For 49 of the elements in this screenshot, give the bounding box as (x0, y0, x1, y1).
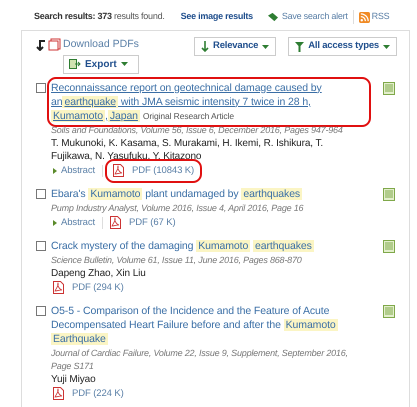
image-results-link[interactable]: See image results (180, 10, 253, 24)
export-button[interactable]: Export (63, 54, 139, 74)
document-icon[interactable] (383, 82, 395, 95)
rss-link[interactable]: RSS (372, 10, 390, 24)
access-filter-dropdown[interactable]: All access types (288, 37, 397, 56)
checkbox[interactable] (36, 306, 46, 316)
caret-icon (262, 44, 270, 48)
pdf-stack-icon (48, 38, 61, 52)
pdf-icon (110, 216, 122, 230)
abstract-link[interactable]: Abstract (53, 216, 96, 230)
document-icon[interactable] (383, 304, 395, 318)
arrow-icon (36, 38, 46, 51)
export-icon (69, 59, 81, 70)
source-citation: Journal of Cardiac Failure, Volume 22, Issue 9, Supplement, September 2016, Page S171 (51, 346, 349, 373)
authors: Dapeng Zhao, Xin Liu (51, 266, 147, 280)
sort-dropdown[interactable]: Relevance (194, 37, 276, 56)
source-citation: Science Bulletin, Volume 61, Issue 11, June 2016, Pages 868-870 (51, 254, 303, 267)
article-type: Original Research Article (142, 110, 234, 123)
download-pdfs-link[interactable]: Download PDFs (63, 37, 139, 53)
abstract-link[interactable]: Abstract (53, 164, 96, 178)
pdf-link[interactable]: PDF (10843 K) (110, 164, 198, 178)
document-icon[interactable] (383, 240, 395, 253)
pdf-icon (53, 387, 64, 400)
authors: Yuji Miyao (51, 372, 97, 386)
save-alert-link[interactable]: Save search alert (282, 10, 348, 24)
caret-icon (383, 44, 390, 48)
pdf-icon (53, 281, 64, 294)
checkbox[interactable] (36, 82, 46, 93)
pdf-link[interactable]: PDF (294 K) (53, 280, 124, 295)
filter-icon (295, 42, 304, 52)
document-icon[interactable] (383, 188, 395, 201)
expand-triangle-icon (53, 168, 57, 174)
source-citation: Pump Industry Analyst, Volume 2016, Issue 4, April 2016, Page 16 (51, 202, 304, 215)
pdf-link[interactable]: PDF (224 K) (53, 386, 124, 401)
checkbox[interactable] (36, 188, 46, 199)
caret-icon (120, 62, 128, 66)
checkbox[interactable] (36, 240, 46, 251)
rss-icon (358, 12, 370, 22)
result-title-link[interactable]: Ebara's Kumamoto plant undamaged by earthquakes (51, 186, 367, 201)
authors: T. Mukunoki, K. Kasama, S. Murakami, H. Ikemi, R. Ishikura, T. Fujikawa, N. Yasufuku, Y. Kitazono (51, 136, 324, 163)
pdf-link[interactable]: PDF (67 K) (110, 216, 176, 230)
result-title-link[interactable]: Reconnaissance report on geotechnical damage caused by an earthquake with JMA seismic intensity 7 twice in 28 h, Kumamoto , Japan Original Research Article (51, 80, 367, 123)
expand-triangle-icon (53, 220, 57, 226)
pdf-icon (113, 164, 124, 178)
down-arrow-icon (201, 41, 210, 52)
results-summary: Search results: 373 results found. (34, 10, 165, 24)
source-citation: Soils and Foundations, Volume 56, Issue 6, December 2016, Pages 947-964 (51, 124, 344, 137)
result-title-link[interactable]: O5-5 - Comparison of the Incidence and the Feature of Acute Decompensated Heart Failure before and after the Kumamoto Earthquake (51, 304, 367, 346)
result-title-link[interactable]: Crack mystery of the damaging Kumamoto earthquakes (51, 238, 367, 253)
